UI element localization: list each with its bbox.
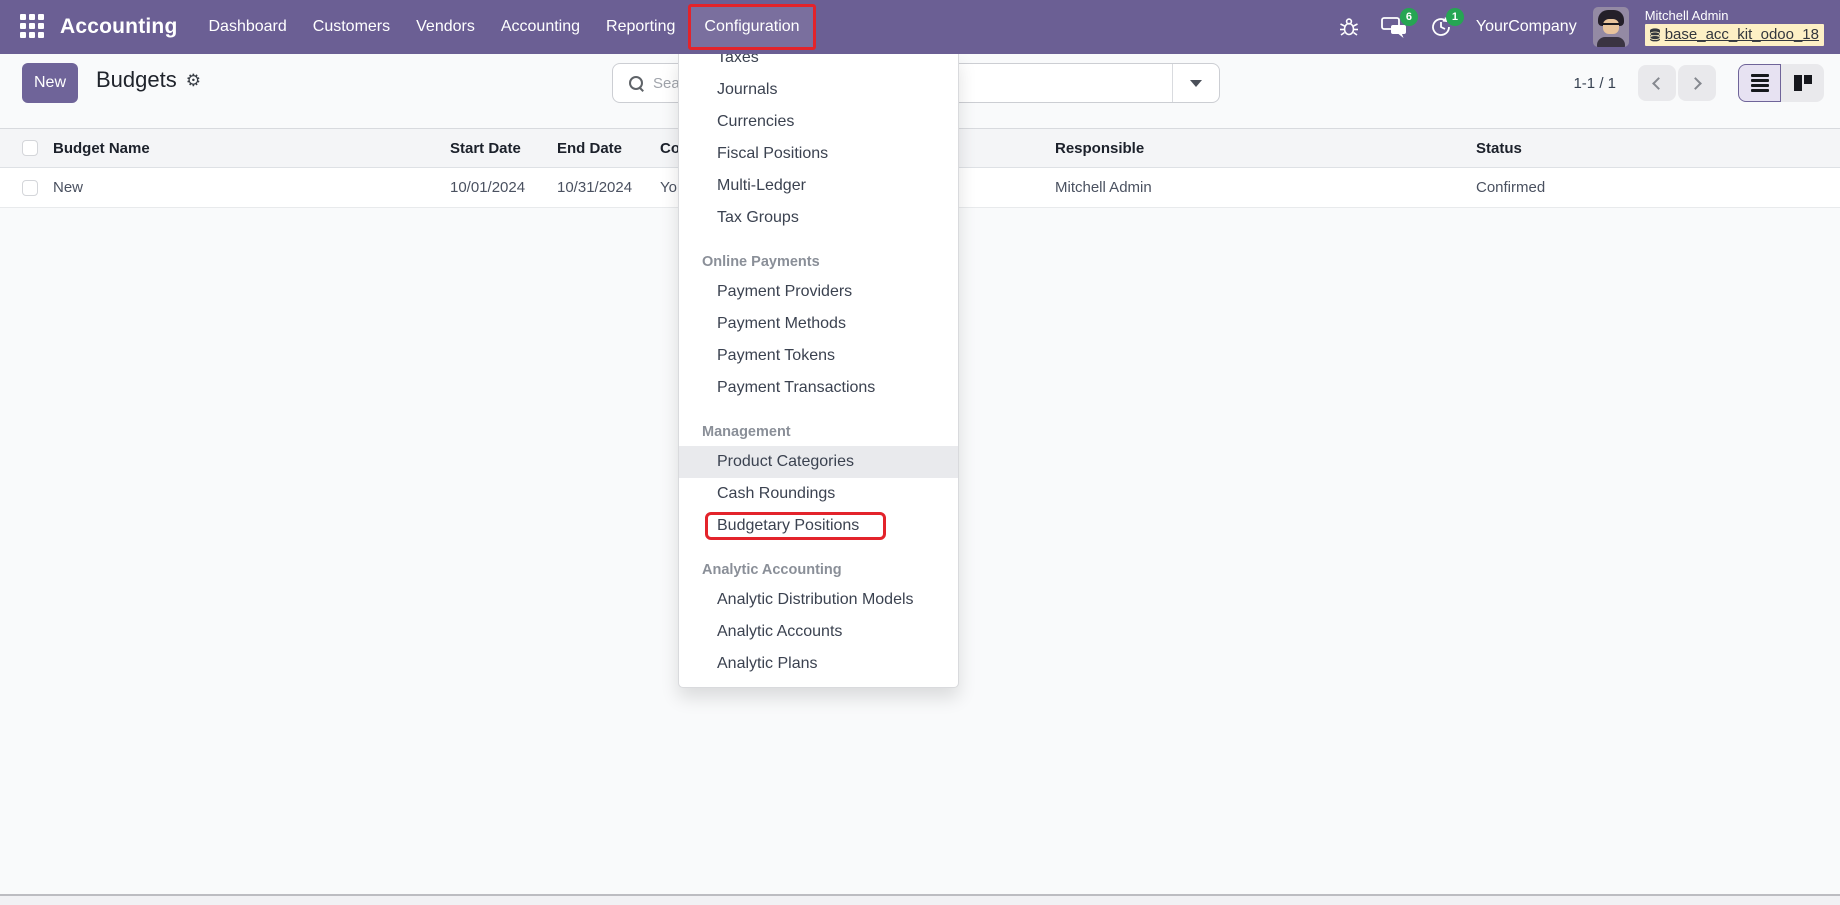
menu-item-currencies[interactable]: Currencies xyxy=(679,106,958,138)
select-all-checkbox[interactable] xyxy=(22,140,38,156)
database-badge: base_acc_kit_odoo_18 xyxy=(1645,24,1824,46)
search-options-toggle[interactable] xyxy=(1173,80,1219,87)
cell-end-date: 10/31/2024 xyxy=(557,179,660,196)
nav-vendors[interactable]: Vendors xyxy=(403,4,488,50)
main-nav: Dashboard Customers Vendors Accounting R… xyxy=(196,0,816,54)
cell-responsible: Mitchell Admin xyxy=(1055,179,1476,196)
nav-reporting[interactable]: Reporting xyxy=(593,4,688,50)
view-switcher xyxy=(1738,64,1824,102)
menu-item-payment-tokens[interactable]: Payment Tokens xyxy=(679,340,958,372)
nav-dashboard[interactable]: Dashboard xyxy=(196,4,300,50)
col-header-start-date[interactable]: Start Date xyxy=(450,140,557,157)
pager-zone: 1-1 / 1 xyxy=(1573,63,1824,103)
search-icon xyxy=(629,76,643,90)
menu-item-analytic-distribution-models[interactable]: Analytic Distribution Models xyxy=(679,584,958,616)
pager-next-button[interactable] xyxy=(1678,65,1716,101)
systray: 6 1 YourCompany Mitchell Admin xyxy=(1334,0,1836,54)
menu-section-online-payments: Online Payments xyxy=(679,248,958,276)
cell-budget-name: New xyxy=(44,179,450,196)
menu-item-taxes[interactable]: Taxes xyxy=(679,54,958,74)
menu-item-journals[interactable]: Journals xyxy=(679,74,958,106)
cell-status: Confirmed xyxy=(1476,179,1840,196)
menu-item-analytic-accounts[interactable]: Analytic Accounts xyxy=(679,616,958,648)
chevron-left-icon xyxy=(1652,77,1665,90)
avatar[interactable] xyxy=(1593,7,1629,47)
app-name[interactable]: Accounting xyxy=(60,15,178,39)
nav-accounting[interactable]: Accounting xyxy=(488,4,593,50)
col-header-responsible[interactable]: Responsible xyxy=(1055,140,1476,157)
gear-icon[interactable]: ⚙ xyxy=(186,72,201,89)
caret-down-icon xyxy=(1190,80,1202,87)
chevron-right-icon xyxy=(1689,77,1702,90)
user-name: Mitchell Admin xyxy=(1645,8,1824,23)
configuration-dropdown-menu: Taxes Journals Currencies Fiscal Positio… xyxy=(678,54,959,688)
debug-bug-icon[interactable] xyxy=(1334,12,1364,42)
menu-section-analytic-accounting: Analytic Accounting xyxy=(679,556,958,584)
breadcrumb: Budgets ⚙ xyxy=(96,67,201,93)
activities-count-badge: 1 xyxy=(1446,8,1464,26)
menu-item-budgetary-positions[interactable]: Budgetary Positions xyxy=(679,510,958,542)
col-header-status[interactable]: Status xyxy=(1476,140,1840,157)
menu-item-payment-providers[interactable]: Payment Providers xyxy=(679,276,958,308)
database-name: base_acc_kit_odoo_18 xyxy=(1665,25,1819,45)
pager-previous-button[interactable] xyxy=(1638,65,1676,101)
nav-configuration[interactable]: Configuration xyxy=(688,4,815,50)
list-view-icon xyxy=(1751,74,1769,92)
menu-section-management: Management xyxy=(679,418,958,446)
topbar: Accounting Dashboard Customers Vendors A… xyxy=(0,0,1840,54)
col-header-end-date[interactable]: End Date xyxy=(557,140,660,157)
menu-item-multi-ledger[interactable]: Multi-Ledger xyxy=(679,170,958,202)
col-header-budget-name[interactable]: Budget Name xyxy=(44,140,450,157)
menu-item-tax-groups[interactable]: Tax Groups xyxy=(679,202,958,234)
messages-chat-icon[interactable]: 6 xyxy=(1380,12,1410,42)
kanban-view-button[interactable] xyxy=(1781,64,1824,102)
menu-item-payment-transactions[interactable]: Payment Transactions xyxy=(679,372,958,404)
new-button[interactable]: New xyxy=(22,63,78,103)
menu-item-analytic-plans[interactable]: Analytic Plans xyxy=(679,648,958,680)
pager-counter: 1-1 / 1 xyxy=(1573,75,1616,92)
cell-start-date: 10/01/2024 xyxy=(450,179,557,196)
menu-item-fiscal-positions[interactable]: Fiscal Positions xyxy=(679,138,958,170)
user-menu[interactable]: Mitchell Admin base_acc_kit_odoo_18 xyxy=(1645,8,1824,46)
apps-grid-icon[interactable] xyxy=(20,14,46,40)
nav-customers[interactable]: Customers xyxy=(300,4,403,50)
database-icon xyxy=(1649,28,1661,42)
messages-count-badge: 6 xyxy=(1400,8,1418,26)
annotation-box-budgetary-positions: Budgetary Positions xyxy=(705,512,886,540)
menu-item-product-categories[interactable]: Product Categories xyxy=(679,446,958,478)
menu-item-payment-methods[interactable]: Payment Methods xyxy=(679,308,958,340)
odoo-accounting-screen: Accounting Dashboard Customers Vendors A… xyxy=(0,0,1840,905)
kanban-view-icon xyxy=(1794,75,1812,91)
row-checkbox[interactable] xyxy=(22,180,38,196)
page-title: Budgets xyxy=(96,67,177,93)
activities-clock-icon[interactable]: 1 xyxy=(1426,12,1456,42)
menu-item-cash-roundings[interactable]: Cash Roundings xyxy=(679,478,958,510)
company-switcher[interactable]: YourCompany xyxy=(1476,18,1577,36)
list-view-button[interactable] xyxy=(1738,64,1781,102)
bottom-scrollbar-track[interactable] xyxy=(0,894,1840,905)
